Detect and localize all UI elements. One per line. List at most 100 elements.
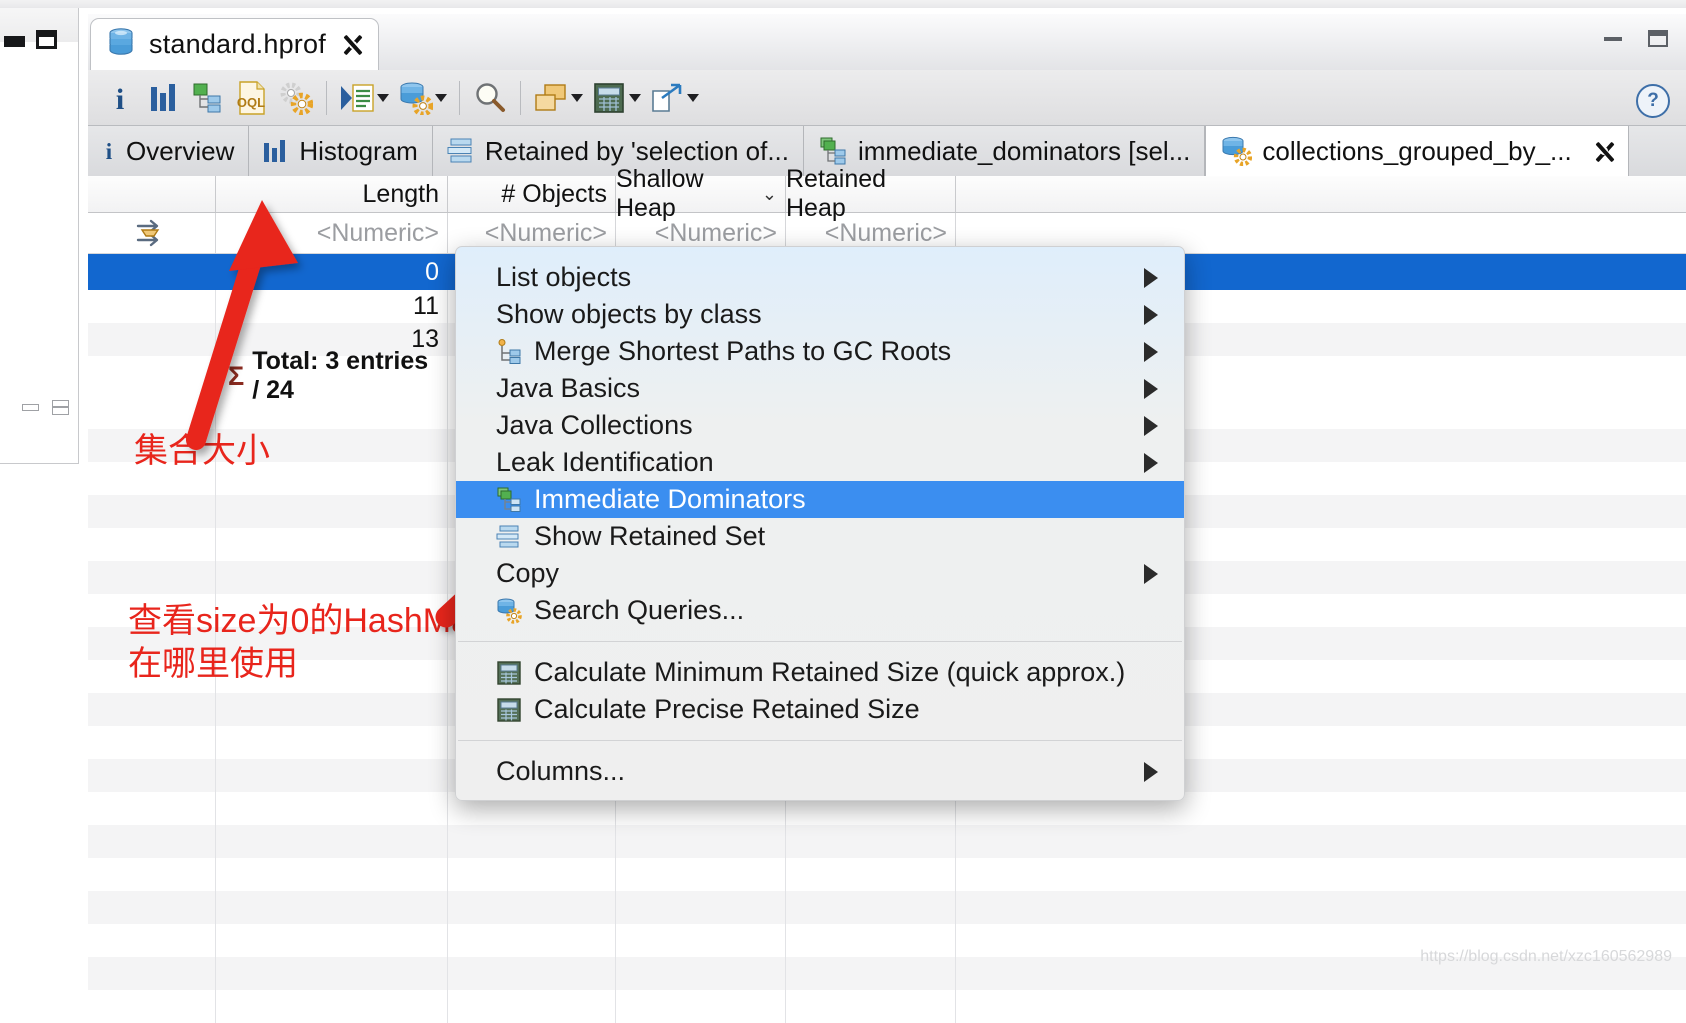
menu-item-label: Merge Shortest Paths to GC Roots bbox=[534, 336, 952, 366]
svg-text:OQL: OQL bbox=[237, 95, 265, 110]
menu-item-columns[interactable]: Columns... bbox=[456, 753, 1184, 790]
menu-item-show-objects-by-class[interactable]: Show objects by class bbox=[456, 296, 1184, 333]
submenu-arrow-icon bbox=[1144, 452, 1158, 473]
export-icon[interactable] bbox=[645, 76, 689, 120]
file-tab-label: standard.hprof bbox=[149, 29, 326, 59]
menu-separator bbox=[458, 641, 1182, 642]
tab-overview[interactable]: i Overview bbox=[88, 126, 250, 176]
watermark: https://blog.csdn.net/xzc160562989 bbox=[1420, 948, 1672, 965]
minimize-icon[interactable] bbox=[4, 36, 25, 47]
menu-item-merge-shortest-paths[interactable]: Merge Shortest Paths to GC Roots bbox=[456, 333, 1184, 370]
minimize-icon[interactable] bbox=[1604, 36, 1622, 41]
menu-item-search-queries[interactable]: Search Queries... bbox=[456, 592, 1184, 629]
file-tab-strip: standard.hprof bbox=[88, 14, 1686, 71]
tab-collections-grouped-by[interactable]: collections_grouped_by_... bbox=[1205, 126, 1629, 176]
column-header-length[interactable]: Length bbox=[216, 176, 448, 212]
menu-item-label: Show Retained Set bbox=[534, 521, 766, 551]
histogram-icon bbox=[263, 139, 289, 163]
tab-label: Overview bbox=[126, 135, 235, 166]
maximize-icon[interactable] bbox=[36, 30, 57, 49]
info-icon: i bbox=[102, 138, 116, 164]
row-indent bbox=[88, 290, 216, 323]
minimize-icon[interactable] bbox=[22, 404, 39, 411]
filter-icon[interactable] bbox=[88, 213, 216, 253]
toolbar-separator bbox=[459, 80, 460, 115]
menu-item-list-objects[interactable]: List objects bbox=[456, 259, 1184, 296]
menu-item-label: Java Basics bbox=[496, 373, 641, 403]
heap-dump-icon bbox=[105, 26, 137, 63]
calculator-icon[interactable] bbox=[587, 76, 631, 120]
submenu-arrow-icon bbox=[1144, 415, 1158, 436]
group-by-icon[interactable] bbox=[529, 76, 573, 120]
gc-roots-icon bbox=[496, 338, 522, 365]
tab-label: Retained by 'selection of... bbox=[484, 135, 789, 166]
column-header-filler bbox=[956, 176, 1686, 212]
restore-icon[interactable] bbox=[52, 400, 69, 415]
maximize-icon[interactable] bbox=[1648, 30, 1668, 47]
column-header-shallow-heap[interactable]: Shallow Heap ⌄ bbox=[616, 165, 786, 222]
calculator-icon bbox=[496, 697, 522, 723]
row-indent bbox=[88, 323, 216, 356]
menu-item-label: Calculate Minimum Retained Size (quick a… bbox=[534, 657, 1126, 687]
column-header-retained-heap[interactable]: Retained Heap bbox=[786, 165, 956, 222]
column-header-objects[interactable]: # Objects bbox=[448, 176, 616, 212]
submenu-arrow-icon bbox=[1144, 378, 1158, 399]
submenu-arrow-icon bbox=[1144, 563, 1158, 584]
collections-grouped-icon bbox=[1220, 136, 1253, 166]
file-tab-standard-hprof[interactable]: standard.hprof bbox=[90, 18, 379, 70]
tab-histogram[interactable]: Histogram bbox=[249, 126, 433, 176]
immediate-dominators-icon bbox=[496, 487, 522, 513]
menu-item-label: Leak Identification bbox=[496, 447, 714, 477]
table-column-headers: Length # Objects Shallow Heap ⌄ Retained… bbox=[88, 165, 1686, 222]
menu-item-label: List objects bbox=[496, 262, 632, 292]
menu-item-immediate-dominators[interactable]: Immediate Dominators bbox=[456, 481, 1184, 518]
table-empty-row bbox=[88, 891, 1686, 924]
cell-length: 0 bbox=[216, 254, 448, 290]
menu-item-label: Calculate Precise Retained Size bbox=[534, 694, 920, 724]
menu-item-label: Search Queries... bbox=[534, 595, 745, 625]
open-query-browser-icon[interactable] bbox=[393, 76, 437, 120]
table-empty-row bbox=[88, 990, 1686, 1023]
calculator-icon bbox=[496, 660, 522, 686]
inspector-icon[interactable] bbox=[274, 76, 318, 120]
histogram-icon[interactable] bbox=[142, 76, 186, 120]
filter-length[interactable]: <Numeric> bbox=[216, 213, 448, 253]
context-menu: List objects Show objects by class Merge… bbox=[455, 246, 1185, 801]
menu-item-calculate-precise-retained-size[interactable]: Calculate Precise Retained Size bbox=[456, 691, 1184, 728]
sigma-icon: Σ bbox=[228, 360, 245, 391]
column-header-blank[interactable] bbox=[88, 176, 216, 212]
retained-set-icon bbox=[447, 138, 475, 164]
close-icon[interactable] bbox=[342, 34, 364, 56]
submenu-arrow-icon bbox=[1144, 267, 1158, 288]
submenu-arrow-icon bbox=[1144, 304, 1158, 325]
menu-item-java-collections[interactable]: Java Collections bbox=[456, 407, 1184, 444]
tab-label: immediate_dominators [sel... bbox=[858, 135, 1191, 166]
sort-descending-icon: ⌄ bbox=[761, 183, 777, 204]
window-buttons bbox=[1604, 30, 1668, 47]
menu-item-show-retained-set[interactable]: Show Retained Set bbox=[456, 518, 1184, 555]
info-icon[interactable]: i bbox=[98, 76, 142, 120]
help-icon[interactable]: ? bbox=[1636, 84, 1670, 118]
submenu-arrow-icon bbox=[1144, 761, 1158, 782]
menu-item-copy[interactable]: Copy bbox=[456, 555, 1184, 592]
total-label-cell: Σ Total: 3 entries / 24 bbox=[216, 347, 448, 404]
menu-item-java-basics[interactable]: Java Basics bbox=[456, 370, 1184, 407]
run-expert-system-icon[interactable] bbox=[335, 76, 379, 120]
toolbar-separator bbox=[520, 80, 521, 115]
row-indent bbox=[88, 254, 216, 290]
top-strip bbox=[0, 0, 1686, 8]
search-icon[interactable] bbox=[468, 76, 512, 120]
menu-item-calculate-minimum-retained-size[interactable]: Calculate Minimum Retained Size (quick a… bbox=[456, 654, 1184, 691]
left-stub-pane bbox=[0, 8, 79, 464]
menu-separator bbox=[458, 740, 1182, 741]
oql-icon[interactable]: OQL bbox=[230, 76, 274, 120]
menu-item-label: Java Collections bbox=[496, 410, 693, 440]
left-pane-footer-icons bbox=[22, 398, 78, 416]
dominator-tree-icon[interactable] bbox=[186, 76, 230, 120]
close-icon[interactable] bbox=[1594, 141, 1614, 161]
retained-set-icon bbox=[496, 524, 522, 550]
menu-item-label: Show objects by class bbox=[496, 299, 762, 329]
menu-item-leak-identification[interactable]: Leak Identification bbox=[456, 444, 1184, 481]
search-queries-icon bbox=[496, 598, 522, 624]
menu-item-label: Columns... bbox=[496, 756, 626, 786]
